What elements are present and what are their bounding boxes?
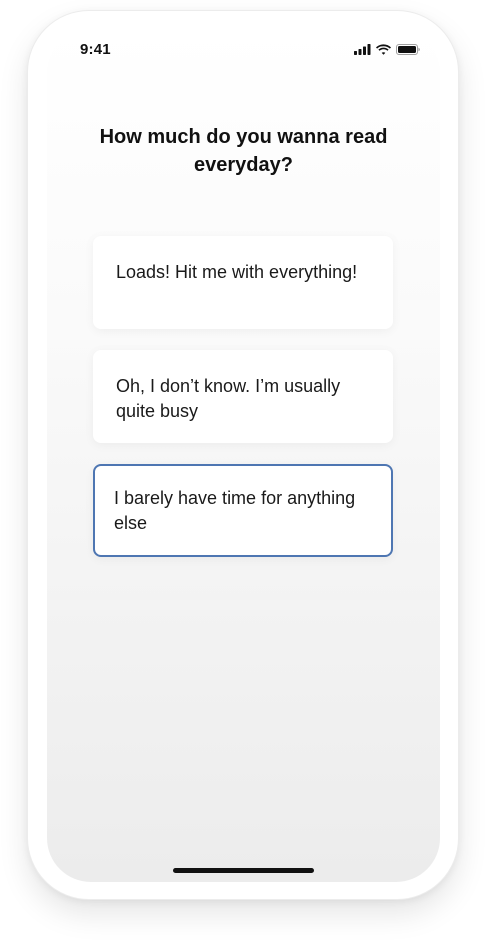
option-card-loads[interactable]: Loads! Hit me with everything! [93,236,393,329]
status-icons [354,44,420,55]
answer-options: Loads! Hit me with everything! Oh, I don… [93,236,393,578]
option-label: Oh, I don’t know. I’m usually quite busy [116,376,341,421]
battery-icon [396,44,420,55]
phone-screen: 9:41 How much do you wanna read everyday… [47,28,440,882]
option-label: I barely have time for anything else [114,488,356,533]
canvas: 9:41 How much do you wanna read everyday… [0,0,486,945]
option-label: Loads! Hit me with everything! [116,262,358,282]
cellular-signal-icon [354,44,371,55]
option-card-busy[interactable]: Oh, I don’t know. I’m usually quite busy [93,350,393,443]
wifi-icon [376,44,391,55]
option-card-no-time[interactable]: I barely have time for anything else [93,464,393,557]
status-time: 9:41 [80,41,111,58]
status-bar: 9:41 [47,28,440,78]
question-title: How much do you wanna read everyday? [99,126,388,176]
home-indicator[interactable] [173,868,314,873]
